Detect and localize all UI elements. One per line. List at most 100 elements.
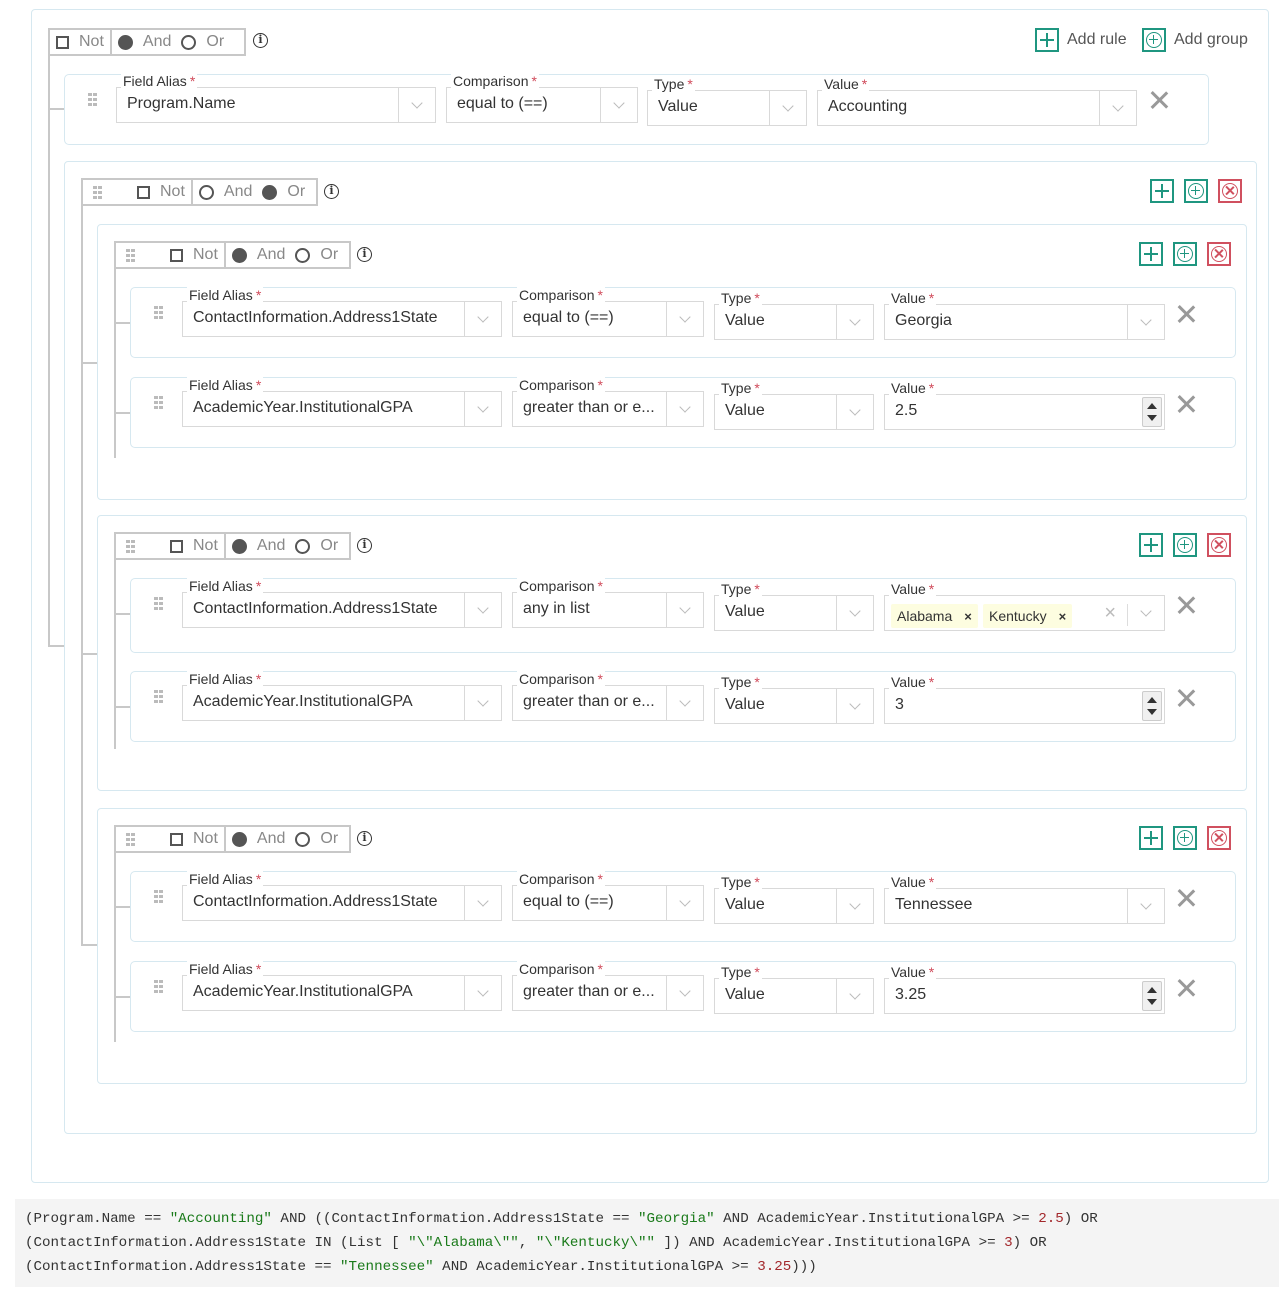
comparison-select[interactable]: Comparison * greater than or e...: [512, 961, 704, 1011]
decrement-icon[interactable]: [1147, 415, 1157, 421]
radio-or[interactable]: [295, 831, 311, 847]
chevron-down-icon[interactable]: [769, 91, 806, 125]
add-group-button[interactable]: [1173, 242, 1197, 266]
type-select[interactable]: Type * Value: [714, 380, 874, 430]
chevron-down-icon[interactable]: [600, 88, 637, 122]
remove-rule-button[interactable]: [1176, 688, 1196, 708]
checkbox-icon[interactable]: [137, 185, 150, 199]
drag-handle-icon[interactable]: [126, 540, 136, 554]
remove-rule-button[interactable]: [1176, 595, 1196, 615]
checkbox-icon[interactable]: [56, 35, 69, 49]
decrement-icon[interactable]: [1147, 709, 1157, 715]
field-alias-select[interactable]: Field Alias * ContactInformation.Address1S…: [182, 871, 502, 921]
radio-and[interactable]: [231, 538, 247, 554]
chevron-down-icon[interactable]: [666, 886, 703, 920]
add-rule-label[interactable]: Add rule: [1067, 31, 1127, 49]
value-input[interactable]: Value * 3: [884, 674, 1165, 724]
chevron-down-icon[interactable]: [666, 302, 703, 336]
chevron-down-icon[interactable]: [464, 302, 501, 336]
drag-handle-icon[interactable]: [126, 833, 136, 847]
increment-icon[interactable]: [1147, 987, 1157, 993]
remove-group-button[interactable]: [1207, 533, 1231, 557]
not-toggle[interactable]: Not: [154, 827, 224, 851]
comparison-select[interactable]: Comparison * greater than or e...: [512, 377, 704, 427]
add-group-button[interactable]: [1173, 533, 1197, 557]
remove-group-button[interactable]: [1207, 826, 1231, 850]
clear-icon[interactable]: ×: [1104, 602, 1116, 625]
info-icon[interactable]: i: [357, 247, 372, 262]
chevron-down-icon[interactable]: [464, 392, 501, 426]
decrement-icon[interactable]: [1147, 999, 1157, 1005]
increment-icon[interactable]: [1147, 697, 1157, 703]
field-alias-select[interactable]: Field Alias * Program.Name: [116, 73, 436, 123]
chevron-down-icon[interactable]: [1127, 889, 1164, 923]
not-toggle[interactable]: Not: [50, 30, 110, 54]
chevron-down-icon[interactable]: [666, 976, 703, 1010]
radio-or[interactable]: [181, 34, 197, 50]
radio-and[interactable]: [231, 831, 247, 847]
remove-rule-button[interactable]: [1176, 394, 1196, 414]
add-group-button[interactable]: [1142, 28, 1166, 52]
field-alias-select[interactable]: Field Alias * ContactInformation.Address1S…: [182, 578, 502, 628]
chevron-down-icon[interactable]: [1128, 596, 1164, 630]
chevron-down-icon[interactable]: [464, 686, 501, 720]
drag-handle-icon[interactable]: [154, 690, 164, 704]
type-select[interactable]: Type * Value: [714, 964, 874, 1014]
remove-rule-button[interactable]: [1149, 90, 1169, 110]
add-group-button[interactable]: [1173, 826, 1197, 850]
remove-rule-button[interactable]: [1176, 888, 1196, 908]
field-alias-select[interactable]: Field Alias * ContactInformation.Address1S…: [182, 287, 502, 337]
drag-handle-icon[interactable]: [154, 890, 164, 904]
add-rule-button[interactable]: [1139, 242, 1163, 266]
value-input[interactable]: Value * 2.5: [884, 380, 1165, 430]
chevron-down-icon[interactable]: [836, 395, 873, 429]
info-icon[interactable]: i: [357, 538, 372, 553]
add-rule-button[interactable]: [1139, 826, 1163, 850]
chevron-down-icon[interactable]: [398, 88, 435, 122]
not-toggle[interactable]: Not: [121, 180, 191, 204]
number-spinner[interactable]: [1142, 397, 1162, 427]
radio-and[interactable]: [198, 184, 214, 200]
info-icon[interactable]: i: [253, 33, 268, 48]
comparison-select[interactable]: Comparison * equal to (==): [512, 871, 704, 921]
value-input[interactable]: Value * Tennessee: [884, 874, 1165, 924]
chevron-down-icon[interactable]: [666, 593, 703, 627]
drag-handle-icon[interactable]: [154, 306, 164, 320]
drag-handle[interactable]: [83, 180, 121, 204]
number-spinner[interactable]: [1142, 691, 1162, 721]
radio-or[interactable]: [262, 184, 278, 200]
info-icon[interactable]: i: [357, 831, 372, 846]
chevron-down-icon[interactable]: [836, 889, 873, 923]
chevron-down-icon[interactable]: [666, 392, 703, 426]
drag-handle-icon[interactable]: [126, 249, 136, 263]
drag-handle-icon[interactable]: [88, 93, 98, 107]
add-rule-button[interactable]: [1139, 533, 1163, 557]
chevron-down-icon[interactable]: [836, 979, 873, 1013]
chevron-down-icon[interactable]: [464, 886, 501, 920]
number-spinner[interactable]: [1142, 981, 1162, 1011]
increment-icon[interactable]: [1147, 403, 1157, 409]
tag-remove-icon[interactable]: ×: [1059, 609, 1067, 624]
checkbox-icon[interactable]: [170, 832, 183, 846]
field-alias-select[interactable]: Field Alias * AcademicYear.InstitutionalGP…: [182, 671, 502, 721]
value-input[interactable]: Value * 3.25: [884, 964, 1165, 1014]
comparison-select[interactable]: Comparison * equal to (==): [446, 73, 638, 123]
drag-handle[interactable]: [116, 827, 154, 851]
remove-group-button[interactable]: [1218, 179, 1242, 203]
field-alias-select[interactable]: Field Alias * AcademicYear.InstitutionalGP…: [182, 377, 502, 427]
comparison-select[interactable]: Comparison * any in list: [512, 578, 704, 628]
not-toggle[interactable]: Not: [154, 534, 224, 558]
chevron-down-icon[interactable]: [836, 596, 873, 630]
radio-or[interactable]: [295, 538, 311, 554]
field-alias-select[interactable]: Field Alias * AcademicYear.InstitutionalGP…: [182, 961, 502, 1011]
radio-and[interactable]: [231, 247, 247, 263]
remove-rule-button[interactable]: [1176, 304, 1196, 324]
type-select[interactable]: Type * Value: [714, 290, 874, 340]
remove-rule-button[interactable]: [1176, 978, 1196, 998]
chevron-down-icon[interactable]: [836, 305, 873, 339]
chevron-down-icon[interactable]: [1099, 91, 1136, 125]
type-select[interactable]: Type * Value: [647, 76, 807, 126]
type-select[interactable]: Type * Value: [714, 874, 874, 924]
drag-handle-icon[interactable]: [154, 597, 164, 611]
chevron-down-icon[interactable]: [836, 689, 873, 723]
